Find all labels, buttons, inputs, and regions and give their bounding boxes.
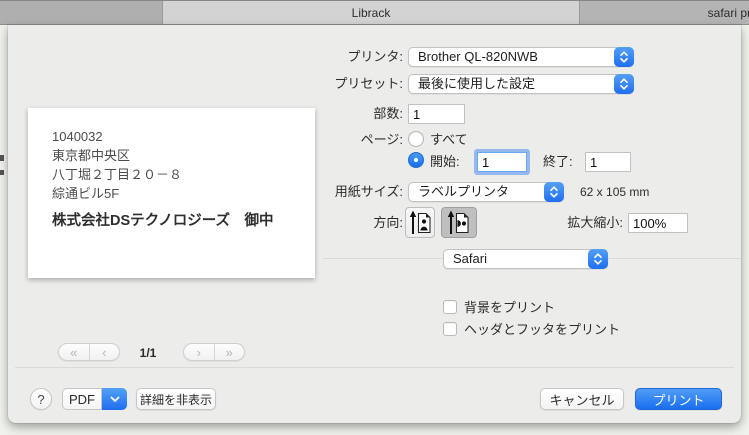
background-fragment (0, 170, 4, 175)
print-preview: 1040032 東京都中央区 八丁堀２丁目２０－８ 綜通ビル5F 株式会社DSテ… (28, 108, 315, 278)
pagination-forward-control: › » (183, 343, 245, 361)
printer-select[interactable]: Brother QL-820NWB (408, 47, 634, 67)
next-page-icon[interactable]: › (184, 344, 214, 360)
popup-stepper-icon (614, 74, 634, 94)
scale-input[interactable] (628, 213, 688, 233)
page-indicator: 1/1 (139, 346, 157, 360)
tab-safari-print[interactable]: safari pr (580, 1, 749, 24)
first-page-icon[interactable]: « (59, 344, 89, 360)
printer-label: プリンタ: (347, 49, 403, 64)
cancel-button[interactable]: キャンセル (540, 388, 624, 410)
pages-all-label: すべて (430, 132, 468, 147)
popup-stepper-icon (544, 182, 564, 202)
background-fragment (0, 155, 4, 161)
app-options-value: Safari (453, 251, 487, 266)
preview-address-line: 東京都中央区 (52, 148, 131, 163)
printer-value: Brother QL-820NWB (418, 49, 538, 64)
last-page-icon[interactable]: » (213, 344, 245, 360)
pdf-button-label[interactable]: PDF (62, 388, 102, 410)
preview-address-line: 八丁堀２丁目２０－８ (52, 167, 183, 182)
pages-all-radio[interactable] (408, 131, 424, 147)
screen: Librack safari pr プリンタ: Brother QL-820NW… (0, 0, 749, 435)
hide-details-button[interactable]: 詳細を非表示 (136, 388, 216, 410)
pdf-dropdown-toggle[interactable] (102, 388, 127, 410)
tab-librack-label: Librack (351, 5, 391, 20)
tab-safari-print-label: safari pr (707, 5, 749, 20)
preset-label: プリセット: (334, 76, 403, 91)
chevron-down-icon (110, 396, 119, 402)
popup-stepper-icon (588, 249, 608, 269)
print-background-label: 背景をプリント (464, 300, 556, 315)
pdf-menu-button[interactable]: PDF (62, 388, 127, 410)
orientation-landscape-button[interactable] (441, 207, 477, 238)
preset-select[interactable]: 最後に使用した設定 (408, 74, 634, 94)
portrait-orientation-icon (409, 210, 431, 234)
preview-recipient: 株式会社DSテクノロジーズ 御中 (52, 213, 274, 229)
print-headers-footers-label: ヘッダとフッタをプリント (464, 322, 621, 337)
landscape-orientation-icon (447, 210, 469, 234)
pages-start-input[interactable] (477, 152, 527, 172)
pages-end-input[interactable] (585, 152, 631, 172)
print-headers-footers-checkbox[interactable] (443, 322, 457, 336)
preview-address-line: 綜通ビル5F (52, 186, 120, 201)
scale-label: 拡大縮小: (567, 215, 623, 230)
footer-divider (15, 367, 734, 368)
pages-end-label: 終了: (543, 154, 573, 169)
orientation-portrait-button[interactable] (405, 207, 435, 238)
print-button[interactable]: プリント (635, 388, 722, 410)
tab-bar-spacer (0, 1, 163, 24)
browser-tab-bar: Librack safari pr (0, 0, 749, 25)
pagination-back-control: « ‹ (58, 343, 120, 361)
copies-input[interactable] (408, 104, 465, 124)
print-dialog: プリンタ: Brother QL-820NWB プリセット: 最後に使用した設定… (8, 25, 741, 423)
paper-size-value: ラベルプリンタ (418, 184, 510, 199)
help-icon: ? (37, 391, 45, 407)
help-button[interactable]: ? (30, 388, 52, 410)
paper-dimensions: 62 x 105 mm (580, 185, 650, 199)
app-options-select[interactable]: Safari (443, 249, 608, 269)
paper-size-select[interactable]: ラベルプリンタ (408, 182, 564, 202)
prev-page-icon[interactable]: ‹ (88, 344, 120, 360)
tab-librack[interactable]: Librack (163, 1, 580, 24)
preset-value: 最後に使用した設定 (418, 76, 536, 91)
print-background-checkbox[interactable] (443, 300, 457, 314)
preview-postal-code: 1040032 (52, 129, 103, 144)
pages-start-label: 開始: (430, 154, 460, 169)
popup-stepper-icon (614, 47, 634, 67)
pages-range-radio[interactable] (408, 152, 424, 168)
